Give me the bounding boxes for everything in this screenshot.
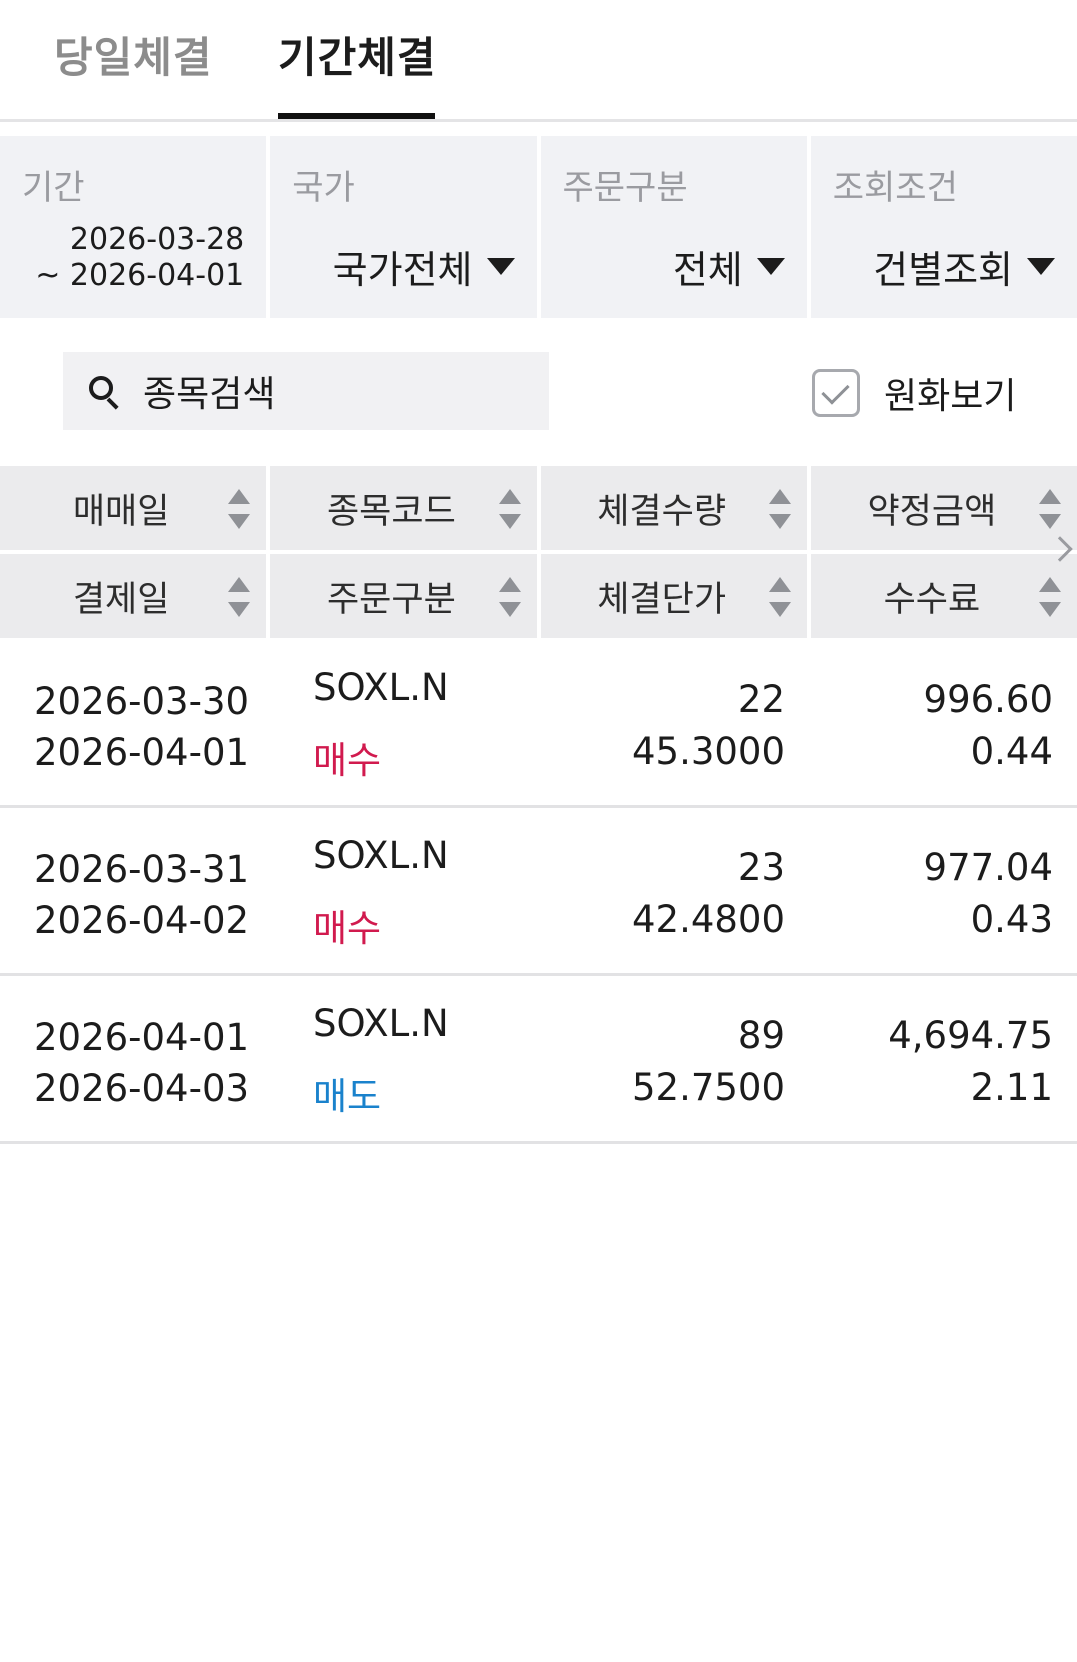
settle-date: 2026-04-01 <box>34 731 250 774</box>
exec-qty: 22 <box>737 678 785 721</box>
header-exec-price[interactable]: 체결단가 <box>540 554 807 638</box>
header-settle-date[interactable]: 결제일 <box>0 554 267 638</box>
order-type-filter[interactable]: 주문구분 전체 <box>540 136 807 318</box>
tab-period-executions[interactable]: 기간체결 <box>278 24 437 85</box>
period-to: ~ 2026-04-01 <box>35 258 245 293</box>
query-condition-text: 건별조회 <box>873 248 1013 292</box>
country-filter-label: 국가 <box>292 168 355 208</box>
caret-down-icon <box>486 258 515 275</box>
krw-view-label: 원화보기 <box>884 376 1017 417</box>
query-condition-filter[interactable]: 조회조건 건별조회 <box>810 136 1077 318</box>
sort-icon <box>228 489 251 529</box>
fee: 0.43 <box>970 898 1053 941</box>
sort-icon <box>498 489 521 529</box>
search-placeholder: 종목검색 <box>143 374 276 415</box>
header-exec-qty[interactable]: 체결수량 <box>540 466 807 550</box>
order-type-filter-label: 주문구분 <box>562 168 688 208</box>
header-row-2: 결제일 주문구분 체결단가 수수료 <box>0 554 1077 638</box>
period-filter[interactable]: 기간 2026-03-28 ~ 2026-04-01 <box>0 136 267 318</box>
country-filter-text: 국가전체 <box>332 248 473 292</box>
query-condition-value: 건별조회 <box>873 239 1055 294</box>
fee: 0.44 <box>970 730 1053 773</box>
order-type-filter-value: 전체 <box>673 239 785 294</box>
exec-qty: 89 <box>737 1014 785 1057</box>
tab-bar: 당일체결 기간체결 <box>0 0 1077 122</box>
caret-down-icon <box>1027 258 1055 275</box>
filter-bar: 기간 2026-03-28 ~ 2026-04-01 국가 국가전체 주문구분 … <box>0 136 1077 318</box>
search-icon <box>87 374 121 410</box>
stock-code: SOXL.N <box>313 666 449 709</box>
contract-amount: 4,694.75 <box>888 1014 1053 1057</box>
stock-code: SOXL.N <box>313 834 449 877</box>
krw-view-toggle[interactable]: 원화보기 <box>812 367 1016 419</box>
header-label: 결제일 <box>72 579 170 620</box>
active-tab-indicator <box>278 113 435 119</box>
header-fee[interactable]: 수수료 <box>810 554 1077 638</box>
header-order-type[interactable]: 주문구분 <box>270 554 537 638</box>
contract-amount: 996.60 <box>923 678 1053 721</box>
exec-price: 45.3000 <box>631 730 785 773</box>
sort-icon <box>1039 577 1061 617</box>
stock-search-input[interactable]: 종목검색 <box>63 352 549 430</box>
country-filter[interactable]: 국가 국가전체 <box>270 136 537 318</box>
sort-icon <box>768 489 791 529</box>
period-range: 2026-03-28 ~ 2026-04-01 <box>35 222 244 294</box>
trade-date: 2026-03-30 <box>34 680 250 723</box>
table-header: 매매일 종목코드 체결수량 약정금액 결제일 주문구분 체결단가 수수료 <box>0 466 1077 638</box>
caret-down-icon <box>756 258 785 275</box>
table-row[interactable]: 2026-03-30 2026-04-01 SOXL.N 매수 22 45.30… <box>0 640 1077 808</box>
header-label: 주문구분 <box>326 579 456 620</box>
sort-icon <box>768 577 791 617</box>
settle-date: 2026-04-03 <box>34 1067 250 1110</box>
settle-date: 2026-04-02 <box>34 899 250 942</box>
table-row[interactable]: 2026-03-31 2026-04-02 SOXL.N 매수 23 42.48… <box>0 808 1077 976</box>
header-row-1: 매매일 종목코드 체결수량 약정금액 <box>0 466 1077 550</box>
exec-price: 42.4800 <box>631 898 785 941</box>
table-row[interactable]: 2026-04-01 2026-04-03 SOXL.N 매도 89 52.75… <box>0 976 1077 1144</box>
order-type-filter-text: 전체 <box>672 248 743 292</box>
period-from: 2026-03-28 <box>69 222 245 257</box>
header-contract-amount[interactable]: 약정금액 <box>810 466 1077 550</box>
contract-amount: 977.04 <box>923 846 1053 889</box>
header-label: 종목코드 <box>326 491 456 532</box>
stock-code: SOXL.N <box>313 1002 449 1045</box>
sort-icon <box>498 577 521 617</box>
exec-price: 52.7500 <box>631 1066 785 1109</box>
header-label: 약정금액 <box>867 491 997 532</box>
checkbox-checked-icon[interactable] <box>812 369 860 417</box>
exec-qty: 23 <box>737 846 785 889</box>
header-label: 체결수량 <box>597 491 727 532</box>
country-filter-value: 국가전체 <box>333 239 515 294</box>
query-condition-label: 조회조건 <box>832 168 958 208</box>
order-side: 매수 <box>313 907 382 950</box>
fee: 2.11 <box>970 1066 1053 1109</box>
order-side: 매도 <box>313 1075 382 1118</box>
sort-icon <box>1039 489 1061 529</box>
trade-date: 2026-04-01 <box>34 1016 250 1059</box>
header-label: 수수료 <box>883 579 981 620</box>
header-label: 체결단가 <box>597 579 727 620</box>
sort-icon <box>228 577 251 617</box>
tab-today-executions[interactable]: 당일체결 <box>54 24 213 85</box>
period-filter-label: 기간 <box>22 168 85 208</box>
header-label: 매매일 <box>72 491 170 532</box>
header-trade-date[interactable]: 매매일 <box>0 466 267 550</box>
trade-date: 2026-03-31 <box>34 848 250 891</box>
header-stock-code[interactable]: 종목코드 <box>270 466 537 550</box>
order-side: 매수 <box>313 739 382 782</box>
